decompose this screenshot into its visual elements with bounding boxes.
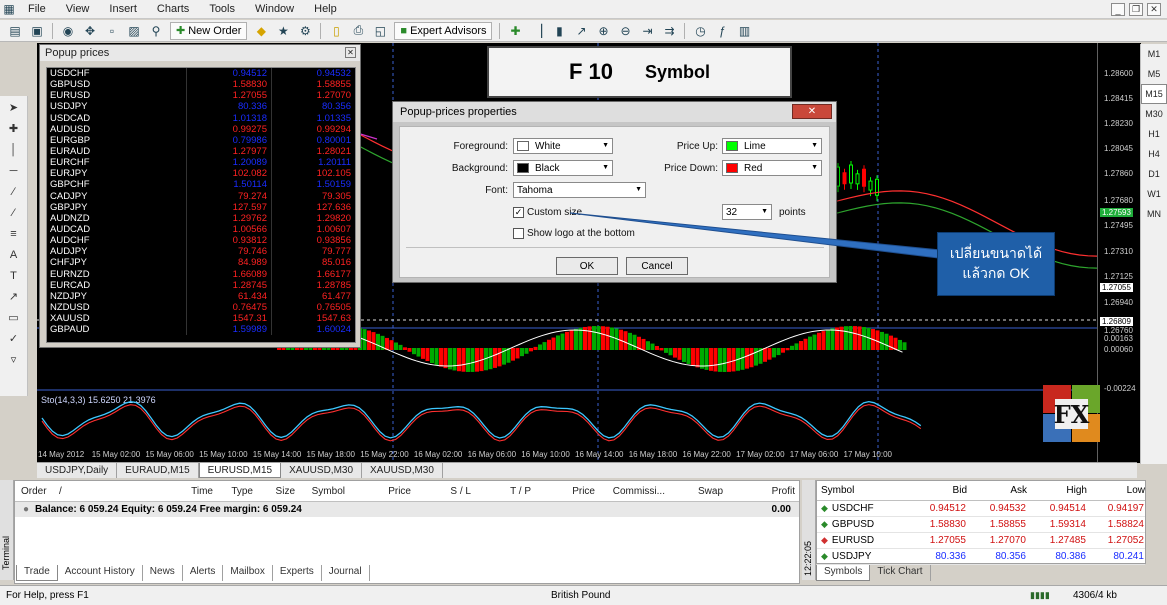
column-header[interactable]: Price	[531, 486, 595, 497]
market-row[interactable]: ◆ USDCHF 0.94512 0.94532 0.94514 0.94197	[817, 501, 1145, 517]
market-low: 1.58824	[1107, 519, 1144, 530]
callout-note: เปลี่ยนขนาดได้ แล้วกด OK	[937, 232, 1055, 296]
market-ask: 0.94532	[989, 503, 1026, 514]
market-symbol: USDCHF	[831, 503, 874, 514]
column-header[interactable]: Time	[83, 486, 213, 497]
market-watch-header: Symbol Bid Ask High Low	[817, 481, 1145, 501]
market-row[interactable]: ◆ USDJPY 80.336 80.356 80.386 80.241	[817, 549, 1145, 565]
column-header[interactable]: Bid	[907, 485, 967, 496]
column-header[interactable]: Low	[1087, 485, 1145, 496]
market-watch-tab[interactable]: Tick Chart	[870, 565, 931, 581]
terminal-tab[interactable]: Experts	[273, 565, 322, 581]
symbol-icon: ◆	[821, 503, 828, 513]
status-bar: For Help, press F1 British Pound ▮▮▮▮ 43…	[0, 585, 1167, 605]
terminal-side-label: Terminal	[0, 480, 14, 580]
market-symbol: GBPUSD	[831, 519, 875, 530]
market-ask: 1.58855	[989, 519, 1026, 530]
column-header[interactable]: Symbol	[295, 486, 345, 497]
terminal-tab[interactable]: News	[143, 565, 183, 581]
column-header[interactable]: Symbol	[817, 485, 907, 496]
symbol-icon: ◆	[821, 551, 828, 561]
market-watch-panel[interactable]: Symbol Bid Ask High Low ◆ USDCHF 0.94512 0.94532…	[816, 480, 1146, 565]
market-high: 1.27485	[1049, 535, 1086, 546]
column-header[interactable]: High	[1027, 485, 1087, 496]
column-header[interactable]: Order	[15, 486, 53, 497]
market-watch-tab[interactable]: Symbols	[816, 565, 871, 581]
column-header[interactable]: Size	[253, 486, 295, 497]
column-header[interactable]: Commissi...	[595, 486, 665, 497]
status-help: For Help, press F1	[6, 590, 89, 601]
status-traffic: 4306/4 kb	[1073, 590, 1117, 601]
market-low: 80.241	[1113, 551, 1144, 562]
market-symbol: EURUSD	[831, 535, 875, 546]
market-symbol: USDJPY	[831, 551, 872, 562]
market-bid: 1.58830	[929, 519, 966, 530]
market-watch-tabs: Symbols Tick Chart	[816, 565, 1146, 581]
symbol-icon: ◆	[821, 535, 828, 545]
status-profile: British Pound	[551, 590, 611, 601]
terminal-tab[interactable]: Trade	[16, 565, 58, 581]
symbol-icon: ◆	[821, 519, 828, 529]
market-bid: 0.94512	[929, 503, 966, 514]
account-summary: ● Balance: 6 059.24 Equity: 6 059.24 Fre…	[15, 502, 799, 517]
summary-icon: ●	[23, 504, 30, 515]
market-row[interactable]: ◆ EURUSD 1.27055 1.27070 1.27485 1.27052	[817, 533, 1145, 549]
fx-logo: FX	[1043, 385, 1100, 442]
market-low: 0.94197	[1107, 503, 1144, 514]
market-row[interactable]: ◆ GBPUSD 1.58830 1.58855 1.59314 1.58824	[817, 517, 1145, 533]
market-high: 0.94514	[1049, 503, 1086, 514]
terminal-header: Order / Time Type Size Symbol Price S / LT / PP…	[15, 481, 799, 502]
market-high: 80.386	[1055, 551, 1086, 562]
terminal-tab[interactable]: Account History	[58, 565, 143, 581]
terminal-tabs: Trade Account History News Alerts Mailbox Exp…	[16, 565, 456, 581]
column-header[interactable]: /	[53, 486, 83, 497]
column-header[interactable]: T / P	[471, 486, 531, 497]
market-bid: 1.27055	[929, 535, 966, 546]
terminal-tab[interactable]: Mailbox	[223, 565, 273, 581]
column-header[interactable]: S / L	[411, 486, 471, 497]
column-header[interactable]: Profit	[723, 486, 795, 497]
connection-icon: ▮▮▮▮	[1030, 590, 1050, 600]
column-header[interactable]: Swap	[665, 486, 723, 497]
market-ask: 1.27070	[989, 535, 1026, 546]
market-low: 1.27052	[1107, 535, 1144, 546]
terminal-tab[interactable]: Alerts	[183, 565, 224, 581]
market-ask: 80.356	[995, 551, 1026, 562]
terminal-tab[interactable]: Journal	[322, 565, 370, 581]
column-header[interactable]: Price	[345, 486, 411, 497]
svg-text:FX: FX	[1054, 400, 1090, 429]
market-watch-side-label: 12:22:05	[802, 480, 816, 580]
market-high: 1.59314	[1049, 519, 1086, 530]
column-header[interactable]: Ask	[967, 485, 1027, 496]
column-header[interactable]: Type	[213, 486, 253, 497]
market-bid: 80.336	[935, 551, 966, 562]
